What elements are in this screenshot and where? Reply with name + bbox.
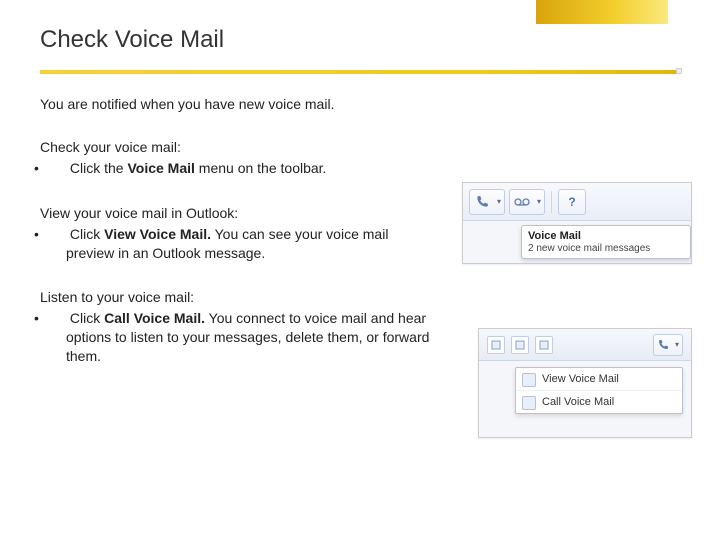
text: Click: [70, 226, 104, 242]
accent-banner: [536, 0, 668, 24]
section-view-bullet: Click View Voice Mail. You can see your …: [50, 225, 440, 263]
bold-text: Call Voice Mail.: [104, 310, 205, 326]
section-view: View your voice mail in Outlook: Click V…: [40, 204, 440, 263]
divider-endcap: [676, 68, 682, 74]
bold-text: Voice Mail: [127, 160, 194, 176]
title-divider: [40, 70, 680, 74]
phone-button[interactable]: [469, 189, 505, 215]
text: Click: [70, 310, 104, 326]
divider-bar: [40, 70, 680, 74]
intro-text: You are notified when you have new voice…: [40, 96, 680, 112]
text: Click the: [70, 160, 128, 176]
mini-icon-2[interactable]: [511, 336, 529, 354]
figure-toolbar-tooltip: ? Voice Mail 2 new voice mail messages: [462, 182, 692, 264]
text: menu on the toolbar.: [195, 160, 327, 176]
tooltip-title: Voice Mail: [528, 230, 684, 242]
section-check: Check your voice mail: Click the Voice M…: [40, 138, 440, 178]
phone-dropdown[interactable]: [653, 334, 683, 356]
section-listen: Listen to your voice mail: Click Call Vo…: [40, 288, 440, 366]
slide: Check Voice Mail You are notified when y…: [0, 0, 720, 540]
phone-icon: [657, 339, 669, 351]
voicemail-tooltip: Voice Mail 2 new voice mail messages: [521, 225, 691, 259]
help-button[interactable]: ?: [558, 189, 586, 215]
help-icon: ?: [568, 195, 575, 209]
toolbar-separator: [551, 191, 552, 213]
voicemail-button[interactable]: [509, 189, 545, 215]
page-title: Check Voice Mail: [40, 26, 680, 54]
toolbar: ?: [463, 183, 691, 221]
figure-voicemail-menu: View Voice Mail Call Voice Mail: [478, 328, 692, 438]
section-listen-lead: Listen to your voice mail:: [40, 288, 440, 307]
bold-text: View Voice Mail.: [104, 226, 211, 242]
tooltip-body: 2 new voice mail messages: [528, 243, 684, 254]
phone-icon: [475, 195, 489, 209]
section-check-lead: Check your voice mail:: [40, 138, 440, 157]
menu-call-voicemail[interactable]: Call Voice Mail: [516, 391, 682, 413]
content-area: You are notified when you have new voice…: [40, 96, 680, 366]
voicemail-icon: [514, 196, 530, 208]
section-check-bullet: Click the Voice Mail menu on the toolbar…: [50, 159, 440, 178]
mini-icon-1[interactable]: [487, 336, 505, 354]
toolbar-mini: [479, 329, 691, 361]
section-listen-bullet: Click Call Voice Mail. You connect to vo…: [50, 309, 440, 366]
menu-view-voicemail[interactable]: View Voice Mail: [516, 368, 682, 391]
mini-icon-3[interactable]: [535, 336, 553, 354]
voicemail-menu: View Voice Mail Call Voice Mail: [515, 367, 683, 414]
section-view-lead: View your voice mail in Outlook:: [40, 204, 440, 223]
